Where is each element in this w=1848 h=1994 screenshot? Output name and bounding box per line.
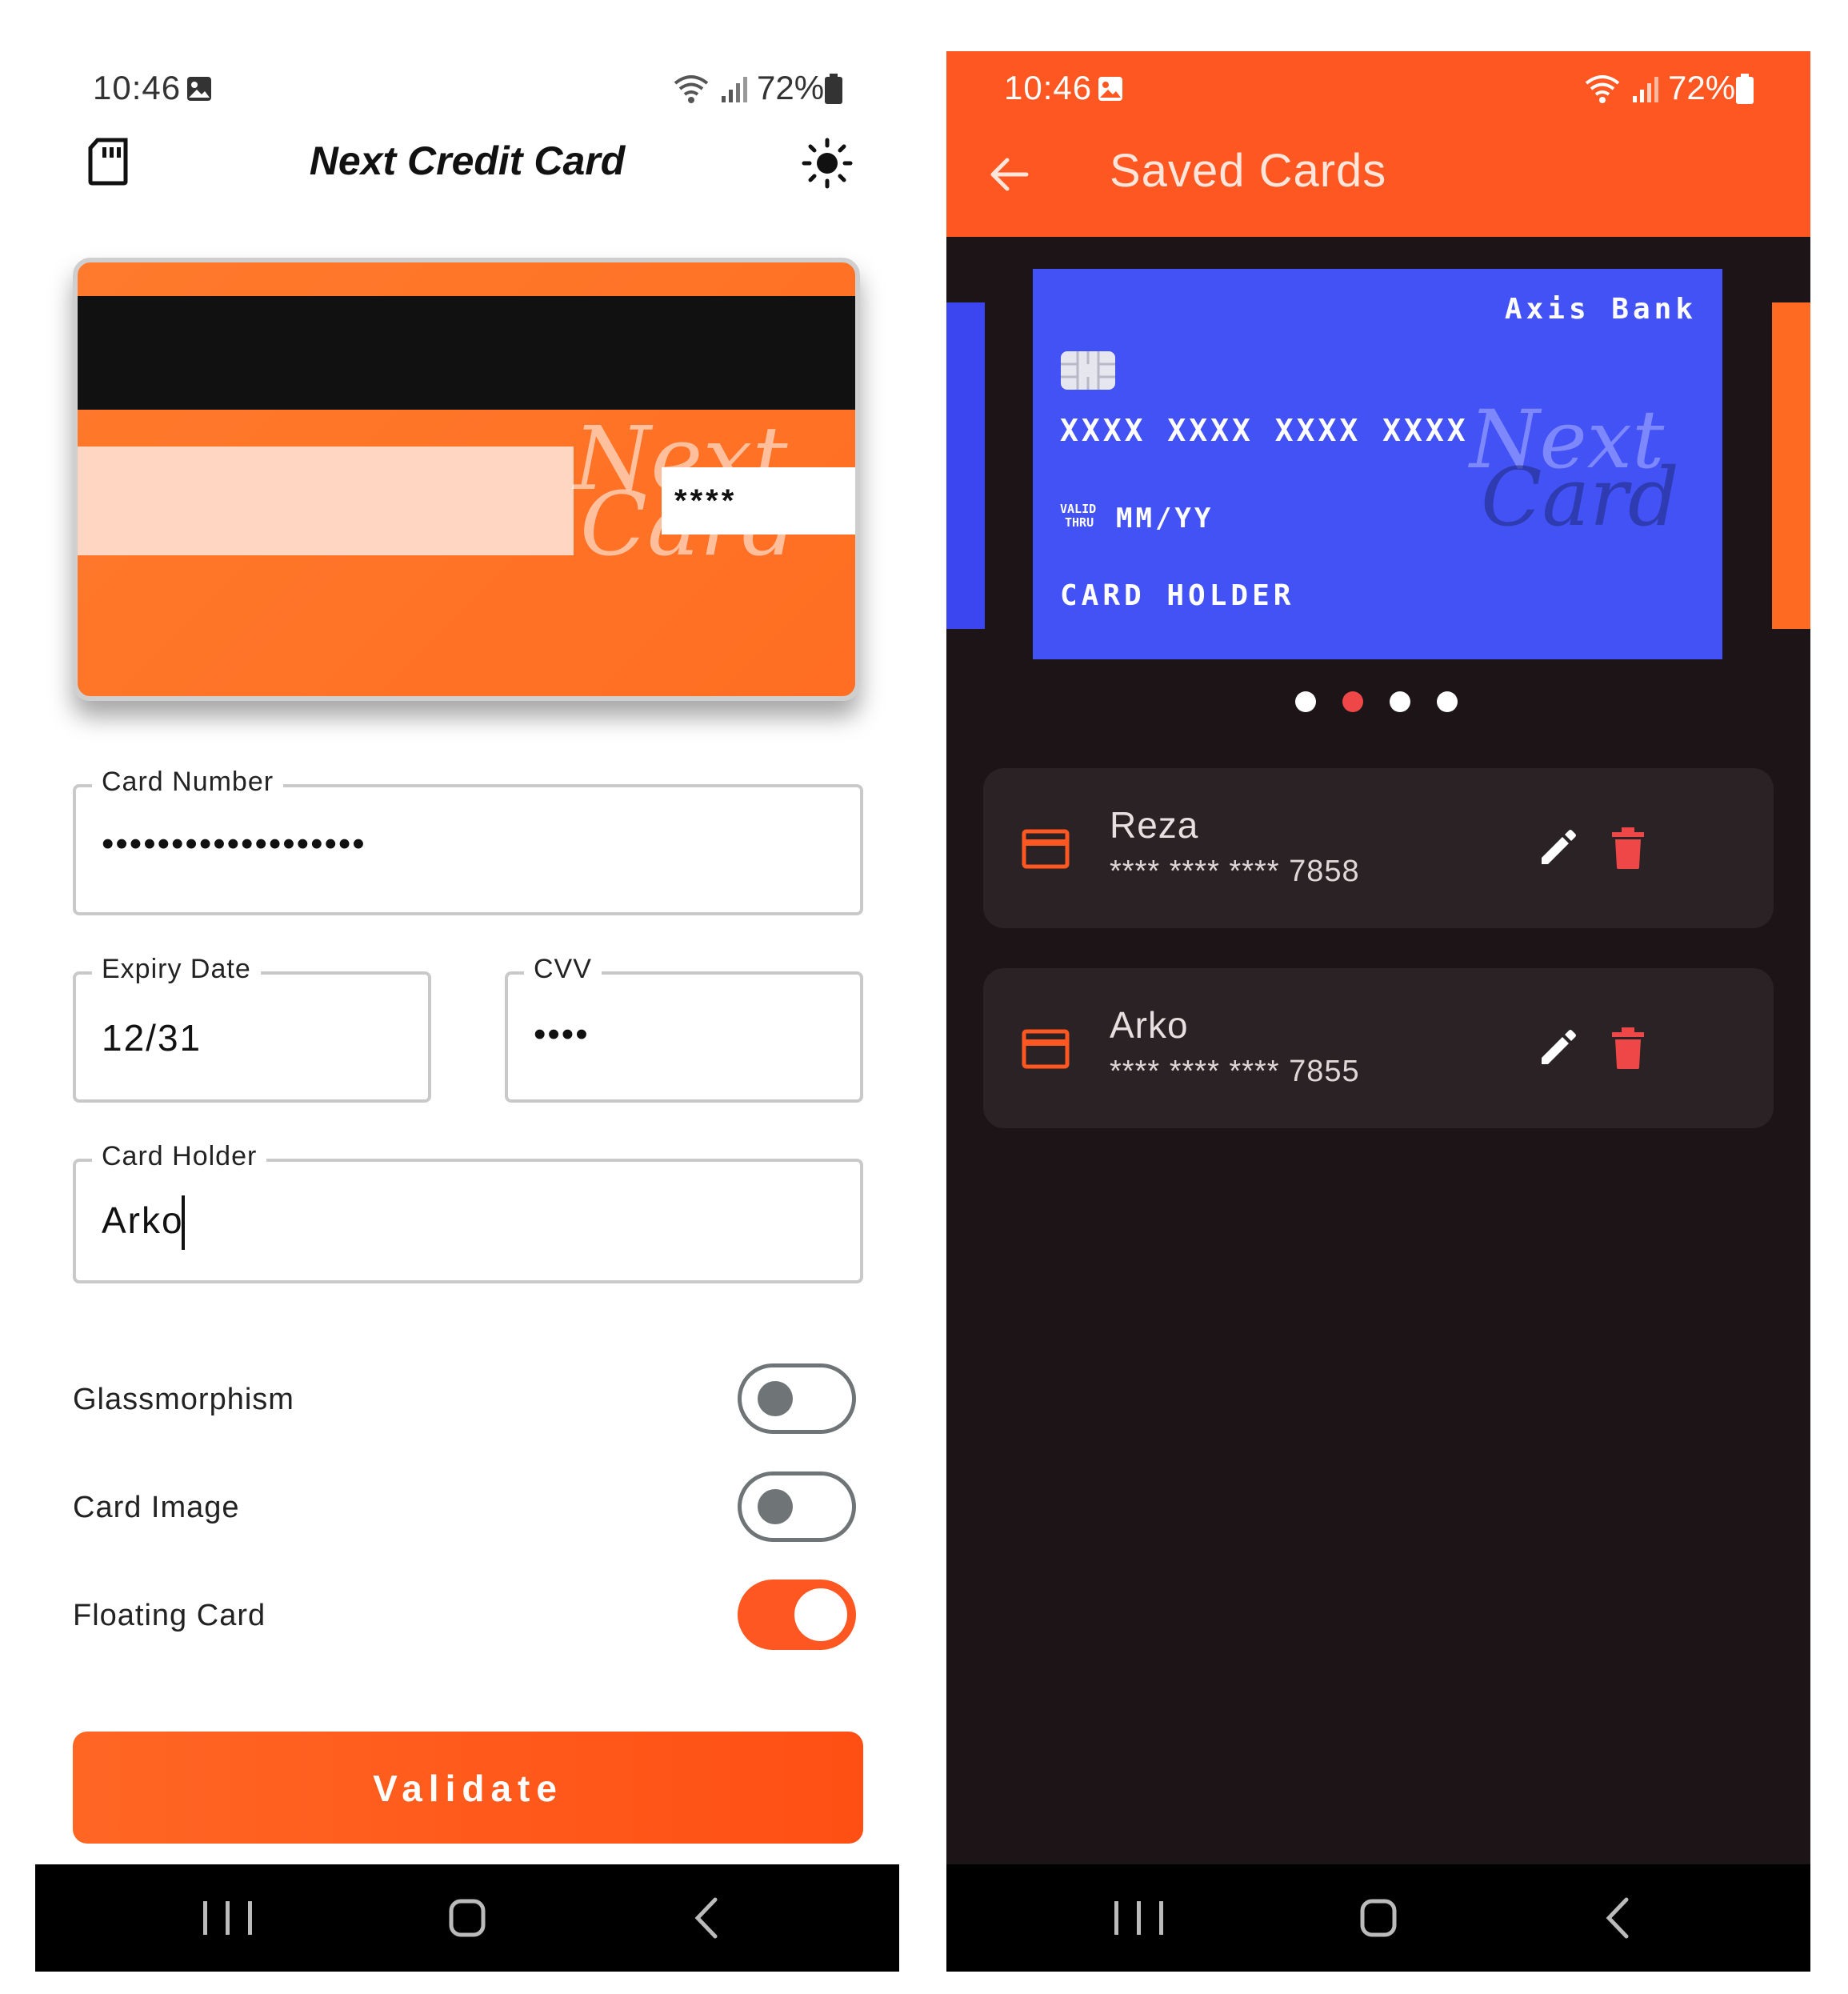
saved-card-number: **** **** **** 7858 [1110,855,1360,888]
status-time: 10:46 [1004,69,1093,106]
saved-card-number: **** **** **** 7855 [1110,1055,1360,1088]
carousel-card[interactable]: Axis Bank XXXX XXXX XXXX XXXX VALID THRU… [1033,269,1722,659]
card-holder-value: Arko [102,1199,184,1241]
image-notification-icon [187,77,211,101]
edit-icon[interactable] [1535,826,1580,871]
home-icon[interactable] [1306,1864,1450,1972]
edit-icon[interactable] [1535,1026,1580,1071]
saved-card-item[interactable]: Arko **** **** **** 7855 [983,968,1774,1128]
saved-card-item[interactable]: Reza **** **** **** 7858 [983,768,1774,928]
toggle-knob [758,1381,793,1416]
system-nav-bar [35,1864,899,1972]
saved-cards-screen: 10:46 72% Saved Cards Axis Bank XXXX XXX… [946,51,1810,1972]
battery-percent: 72% [1668,69,1736,106]
wifi-icon [1585,75,1620,103]
card-cvv-box: **** [662,467,855,535]
credit-card-icon [1022,829,1070,869]
validate-button[interactable]: Validate [73,1732,863,1844]
screen-title: Saved Cards [1110,145,1387,197]
floating-card-label: Floating Card [73,1599,266,1632]
credit-card-icon [1022,1029,1070,1069]
toggle-knob [794,1588,847,1641]
system-nav-bar [946,1864,1810,1972]
card-back-preview[interactable]: Next Card **** [73,258,860,701]
delete-icon[interactable] [1607,1026,1649,1071]
signal-icon [722,77,747,102]
saved-card-name: Arko [1110,1004,1189,1046]
battery-icon [1736,74,1754,104]
glassmorphism-toggle[interactable] [738,1363,856,1434]
card-number-label: Card Number [92,767,284,798]
back-arrow-icon[interactable] [986,152,1031,197]
carousel-dot[interactable] [1295,691,1316,712]
text-cursor [182,1195,185,1250]
saved-card-name: Reza [1110,804,1199,846]
app-title: Next Credit Card [309,138,626,183]
back-nav-icon[interactable] [1546,1864,1690,1972]
carousel-dot[interactable] [1390,691,1410,712]
cvv-field[interactable]: CVV •••• [505,954,863,1103]
card-holder-placeholder: CARD HOLDER [1060,579,1295,612]
delete-icon[interactable] [1607,826,1649,871]
card-form-screen: 10:46 72% Next Credit Card Next Card ***… [35,51,899,1972]
valid-thru-line1: VALID [1060,502,1097,516]
chip-icon [1061,351,1115,390]
valid-thru-line2: THRU [1065,515,1094,530]
recent-apps-icon[interactable] [1066,1864,1210,1972]
brightness-icon[interactable] [802,138,853,189]
carousel-prev-card[interactable] [946,302,985,629]
glassmorphism-label: Glassmorphism [73,1383,294,1416]
signature-panel [78,446,574,555]
carousel-dot-active[interactable] [1342,691,1363,712]
expiry-date-field[interactable]: Expiry Date 12/31 [73,954,431,1103]
magnetic-stripe [78,296,855,410]
card-watermark-line2: Card [1481,450,1679,544]
bank-name: Axis Bank [1504,293,1697,326]
carousel-dot[interactable] [1437,691,1458,712]
card-number-mask: XXXX XXXX XXXX XXXX [1060,413,1469,448]
card-holder-label: Card Holder [92,1141,267,1172]
card-image-label: Card Image [73,1491,240,1524]
card-number-value: ••••••••••••••••••• [102,824,366,863]
card-holder-field[interactable]: Card Holder Arko [73,1141,863,1283]
wifi-icon [674,75,709,103]
cvv-value: •••• [534,1015,590,1054]
back-nav-icon[interactable] [635,1864,779,1972]
status-time: 10:46 [93,69,182,106]
battery-icon [825,74,842,104]
home-icon[interactable] [395,1864,539,1972]
toggle-knob [758,1489,793,1524]
battery-percent: 72% [757,69,825,106]
card-expiry-placeholder: MM/YY [1116,503,1214,535]
carousel-next-card[interactable] [1772,302,1810,629]
expiry-date-value: 12/31 [102,1017,202,1059]
card-number-field[interactable]: Card Number ••••••••••••••••••• [73,767,863,915]
expiry-date-label: Expiry Date [92,954,261,985]
cvv-label: CVV [524,954,602,985]
image-notification-icon [1098,77,1122,101]
floating-card-toggle[interactable] [738,1580,856,1650]
app-bar: 10:46 72% Saved Cards [946,51,1810,237]
card-image-toggle[interactable] [738,1471,856,1542]
recent-apps-icon[interactable] [155,1864,299,1972]
signal-icon [1633,77,1658,102]
